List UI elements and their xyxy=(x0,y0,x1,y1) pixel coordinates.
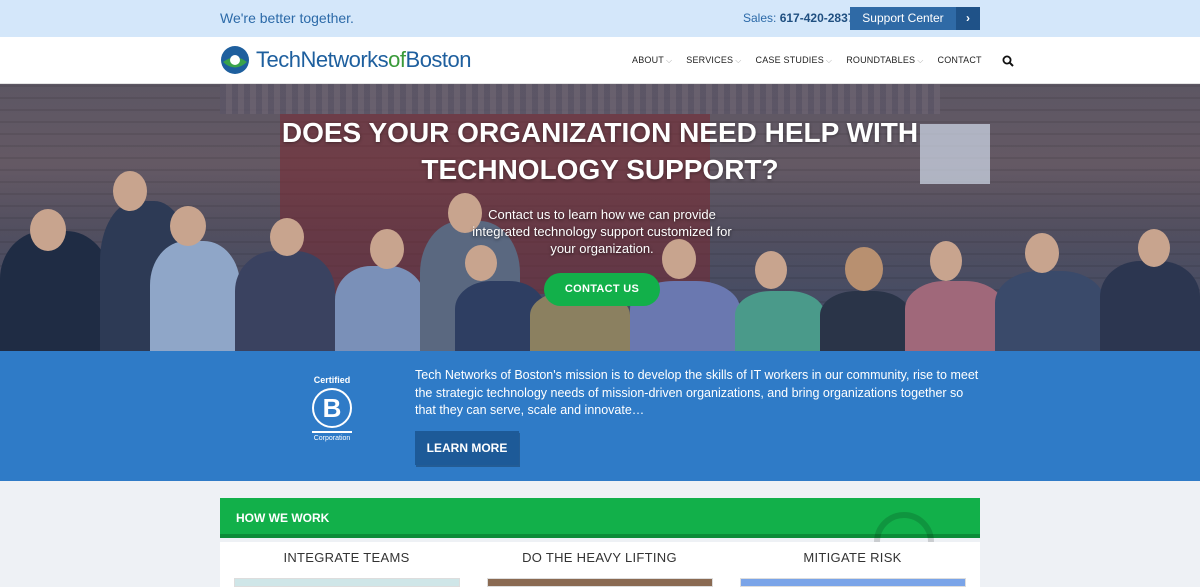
column-image xyxy=(234,578,460,587)
main-nav: ABOUT ⌵ SERVICES ⌵ CASE STUDIES ⌵ ROUNDTABL… xyxy=(632,54,1014,67)
nav-item-services[interactable]: SERVICES ⌵ xyxy=(686,55,741,66)
nav-item-about[interactable]: ABOUT ⌵ xyxy=(632,55,672,66)
logo-text-of: of xyxy=(388,47,406,72)
learn-more-button[interactable]: LEARN MORE xyxy=(415,431,519,465)
how-we-work-header: HOW WE WORK xyxy=(220,498,980,572)
chevron-down-icon: ⌵ xyxy=(917,55,924,65)
sales-contact: Sales: 617-420-2837 xyxy=(743,11,854,25)
column-heavy-lifting: DO THE HEAVY LIFTING xyxy=(473,542,726,587)
bcorp-divider xyxy=(312,431,352,433)
chevron-down-icon: ⌵ xyxy=(735,55,742,65)
top-bar: We're better together. Sales: 617-420-28… xyxy=(0,0,1200,37)
chevron-down-icon: ⌵ xyxy=(666,55,673,65)
hero-subtitle: Contact us to learn how we can provide i… xyxy=(472,207,732,256)
how-we-work-title: HOW WE WORK xyxy=(236,511,330,525)
logo-icon xyxy=(220,45,250,75)
hero-title-line1: DOES YOUR ORGANIZATION NEED HELP WITH xyxy=(281,117,919,148)
search-icon[interactable] xyxy=(1002,54,1014,67)
nav-item-case-studies[interactable]: CASE STUDIES ⌵ xyxy=(756,55,833,66)
tagline: We're better together. xyxy=(220,10,354,26)
bcorp-certified-label: Certified xyxy=(313,375,351,385)
column-title: DO THE HEAVY LIFTING xyxy=(522,550,677,565)
support-center-label: Support Center xyxy=(862,11,944,25)
column-image xyxy=(740,578,966,587)
logo-text-boston: Boston xyxy=(405,47,472,72)
site-logo[interactable]: TechNetworksofBoston xyxy=(220,45,472,75)
logo-text-tech: TechNetworks xyxy=(256,47,389,72)
bcorp-b-icon: B xyxy=(312,388,352,428)
bcorp-corporation-label: Corporation xyxy=(313,435,351,442)
how-we-work-section: HOW WE WORK INTEGRATE TEAMS DO THE HEAVY… xyxy=(0,481,1200,587)
hero-section: DOES YOUR ORGANIZATION NEED HELP WITH TE… xyxy=(0,84,1200,351)
nav-item-roundtables[interactable]: ROUNDTABLES ⌵ xyxy=(846,55,923,66)
site-header: TechNetworksofBoston ABOUT ⌵ SERVICES ⌵ CA… xyxy=(0,37,1200,84)
mission-text: Tech Networks of Boston's mission is to … xyxy=(415,368,979,417)
column-image xyxy=(487,578,713,587)
chevron-down-icon: ⌵ xyxy=(825,55,833,65)
bcorp-logo: Certified B Corporation xyxy=(308,375,356,442)
nav-item-contact[interactable]: CONTACT xyxy=(938,55,982,65)
contact-us-button[interactable]: CONTACT US xyxy=(544,273,660,306)
column-integrate-teams: INTEGRATE TEAMS xyxy=(220,542,473,587)
support-center-button[interactable]: Support Center › xyxy=(850,7,980,30)
sales-phone-link[interactable]: 617-420-2837 xyxy=(780,11,855,25)
column-title: MITIGATE RISK xyxy=(803,550,902,565)
hero-title: DOES YOUR ORGANIZATION NEED HELP WITH TE… xyxy=(0,114,1200,188)
mission-section: Certified B Corporation Tech Networks of… xyxy=(0,351,1200,481)
chevron-right-icon: › xyxy=(956,7,980,30)
hero-photo-awning xyxy=(220,84,940,114)
hero-title-line2: TECHNOLOGY SUPPORT? xyxy=(421,154,779,185)
column-mitigate-risk: MITIGATE RISK xyxy=(726,542,979,587)
column-title: INTEGRATE TEAMS xyxy=(283,550,410,565)
how-we-work-columns: INTEGRATE TEAMS DO THE HEAVY LIFTING MIT… xyxy=(220,542,980,587)
sales-label: Sales: xyxy=(743,11,777,25)
